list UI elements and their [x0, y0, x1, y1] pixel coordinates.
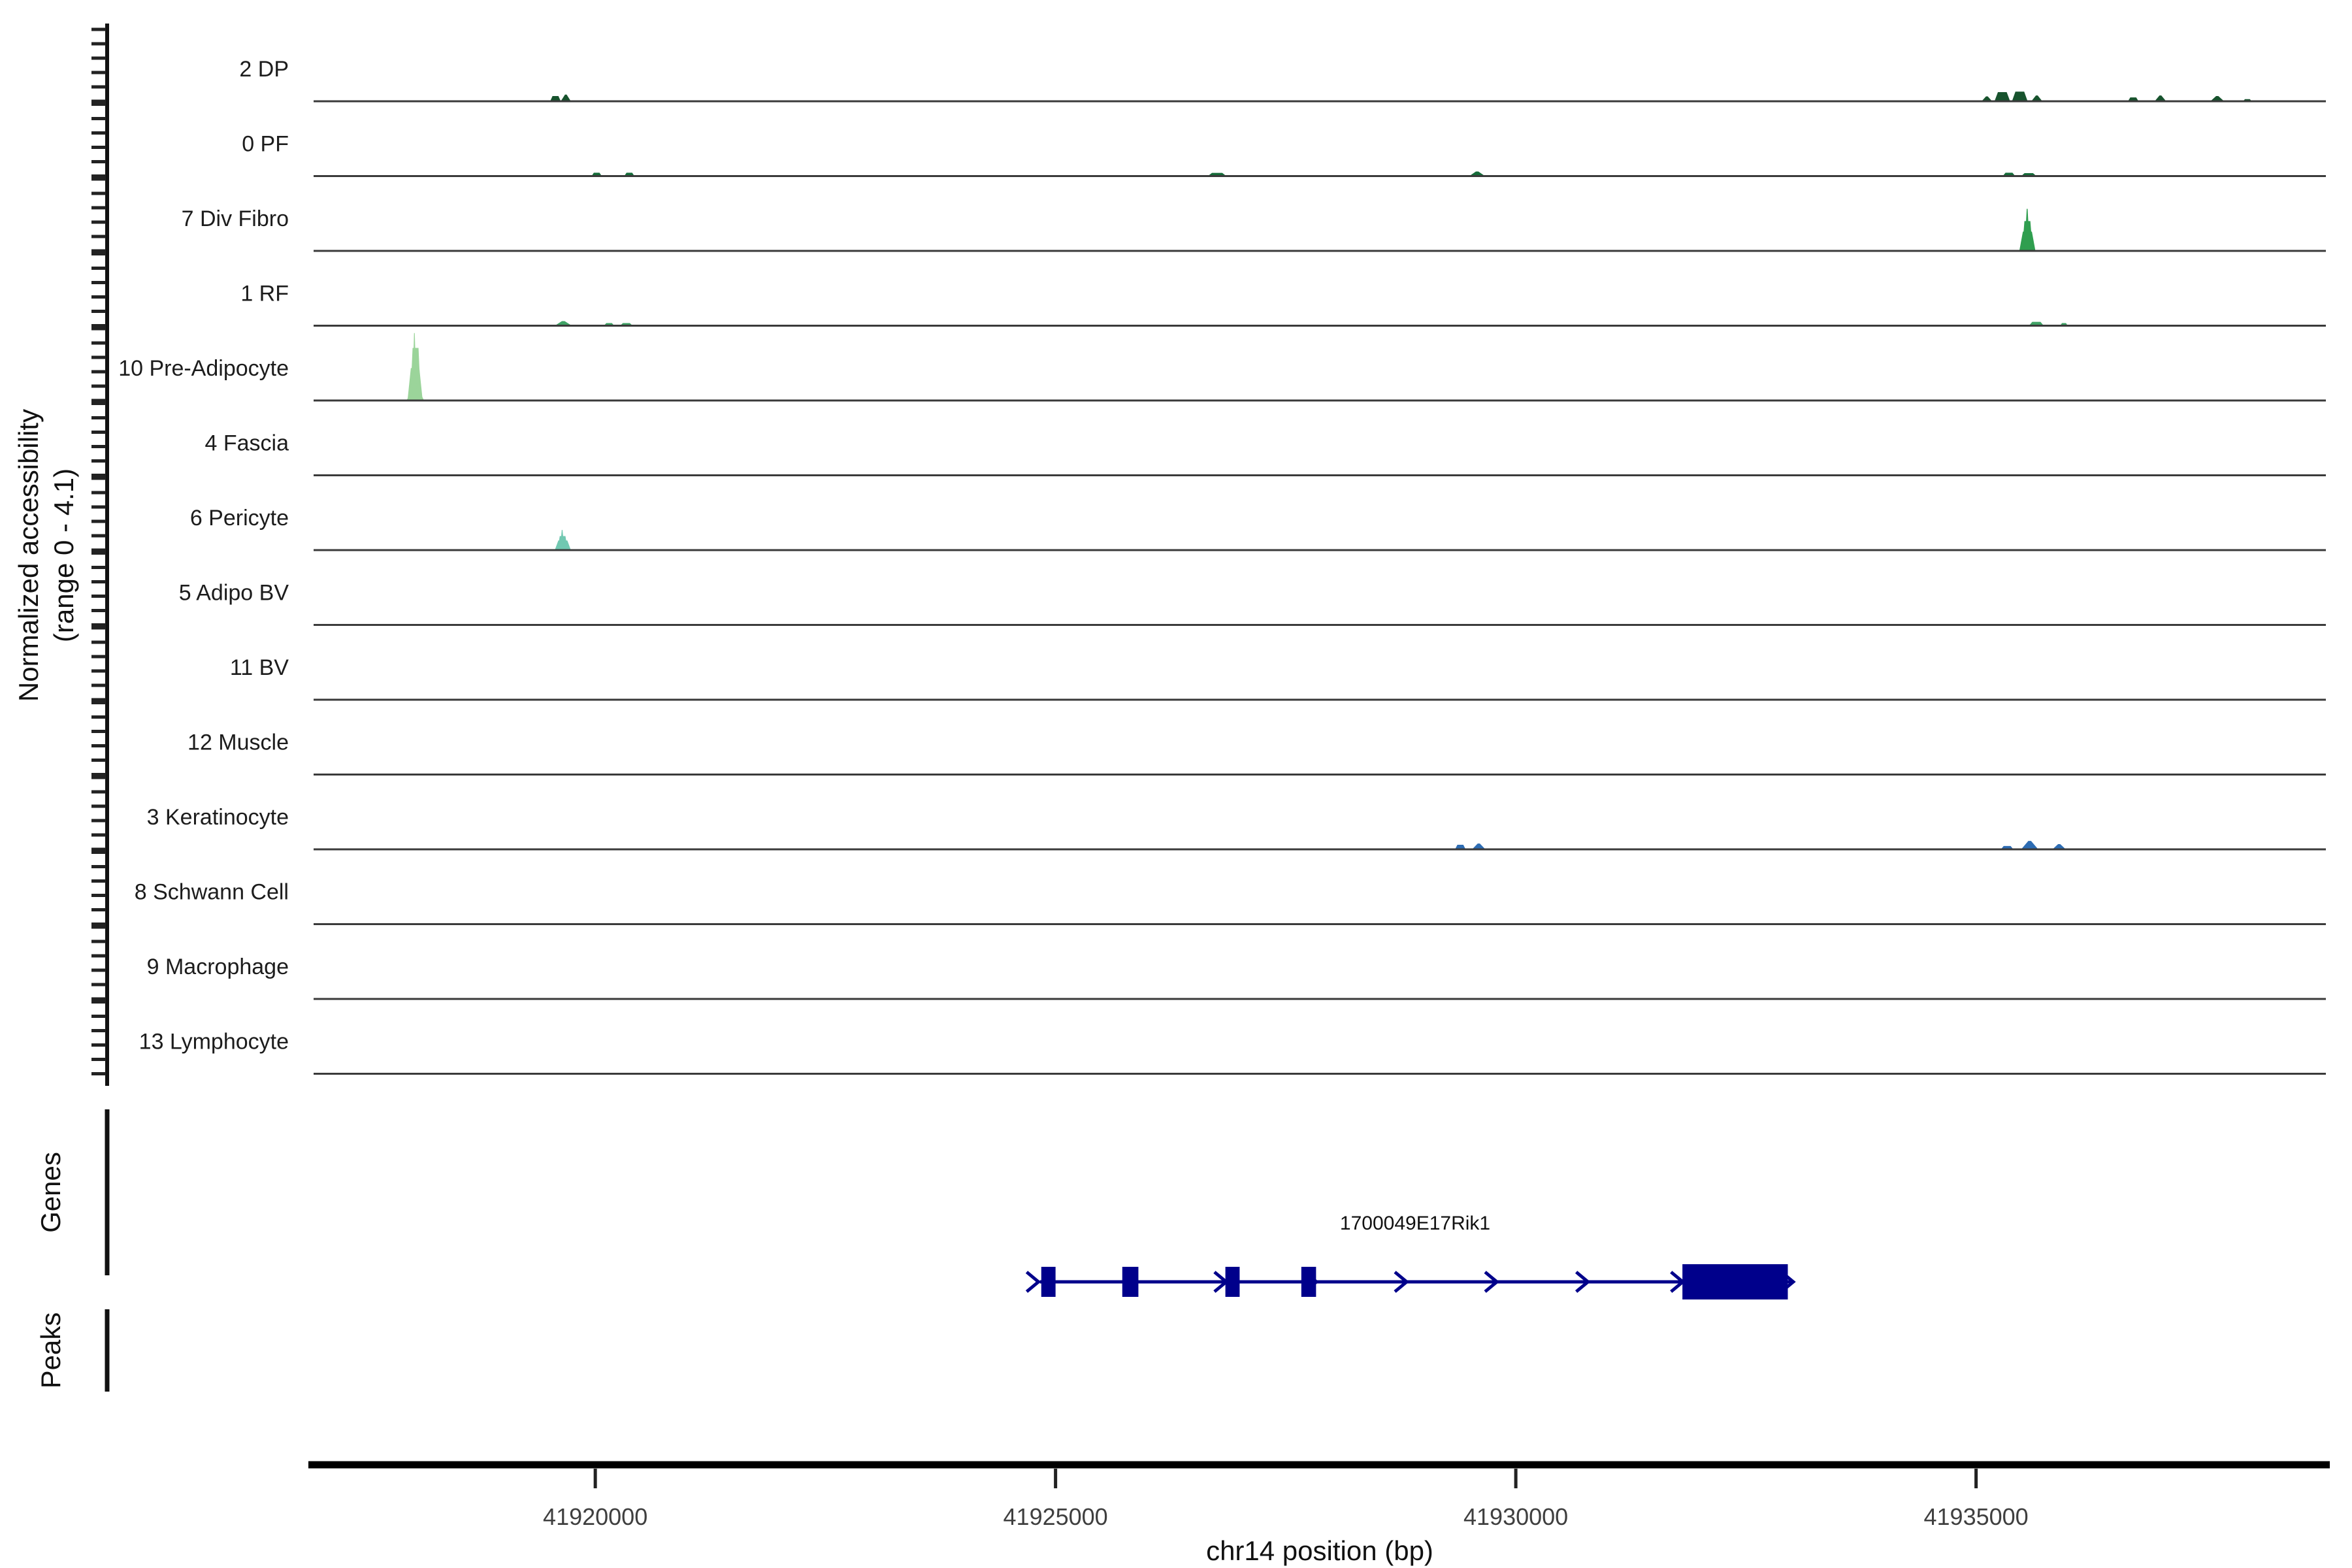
- x-axis-title: chr14 position (bp): [1206, 1535, 1433, 1566]
- gene-exon: [1682, 1264, 1788, 1299]
- track-row: [2019, 209, 2036, 251]
- signal-peak: [2021, 841, 2038, 849]
- track-row: [555, 530, 571, 550]
- signal-peak: [561, 95, 570, 101]
- gene-exon: [1122, 1267, 1139, 1297]
- signal-peak: [1995, 92, 2010, 101]
- track-label: 7 Div Fibro: [182, 206, 289, 231]
- x-axis-tick-label: 41935000: [1924, 1503, 2029, 1530]
- track-label: 6 Pericyte: [190, 506, 289, 531]
- track-labels: 2 DP 0 PF 7 Div Fibro 1 RF 10 Pre-Adipocyte 4…: [118, 57, 289, 1054]
- gene-name-label: 1700049E17Rik1: [1340, 1213, 1490, 1234]
- gene-exon: [1226, 1267, 1240, 1297]
- track-label: 1 RF: [240, 282, 289, 306]
- track-label: 2 DP: [239, 57, 289, 82]
- track-label: 9 Macrophage: [147, 955, 289, 979]
- genes-section-label: Genes: [35, 1152, 66, 1233]
- y-axis-title-line1: Normalized accessibility: [13, 409, 44, 702]
- track-label: 11 BV: [230, 655, 289, 680]
- track-label: 0 PF: [242, 132, 289, 157]
- track-row: [550, 91, 2251, 101]
- x-axis: 41920000 41925000 41930000 41935000: [308, 1465, 2330, 1530]
- x-axis-tick-label: 41930000: [1463, 1503, 1568, 1530]
- gene-model: [1026, 1264, 1793, 1299]
- x-axis-tick-label: 41925000: [1004, 1503, 1108, 1530]
- track-label: 5 Adipo BV: [179, 581, 289, 606]
- track-label: 4 Fascia: [205, 431, 289, 456]
- x-axis-tick-label: 41920000: [543, 1503, 647, 1530]
- track-label: 12 Muscle: [188, 730, 289, 755]
- y-axis-title-line2: (range 0 - 4.1): [48, 468, 79, 642]
- track-label: 10 Pre-Adipocyte: [118, 356, 289, 381]
- genome-track-figure: Normalized accessibility (range 0 - 4.1)…: [0, 0, 2352, 1568]
- track-row: [406, 333, 424, 400]
- peaks-section-label: Peaks: [35, 1313, 66, 1389]
- track-label: 8 Schwann Cell: [135, 880, 289, 905]
- track-label: 13 Lymphocyte: [139, 1030, 289, 1054]
- track-ruler-axis: [91, 24, 107, 1086]
- track-row: [1455, 841, 2066, 849]
- genome-track-plot: Normalized accessibility (range 0 - 4.1)…: [0, 0, 2352, 1568]
- signal-tracks: [406, 91, 2251, 849]
- gene-exon: [1041, 1267, 1056, 1297]
- gene-exon: [1301, 1267, 1316, 1297]
- track-label: 3 Keratinocyte: [147, 805, 289, 830]
- signal-peak: [2012, 91, 2028, 101]
- strand-arrow-icon: [1026, 1272, 1038, 1292]
